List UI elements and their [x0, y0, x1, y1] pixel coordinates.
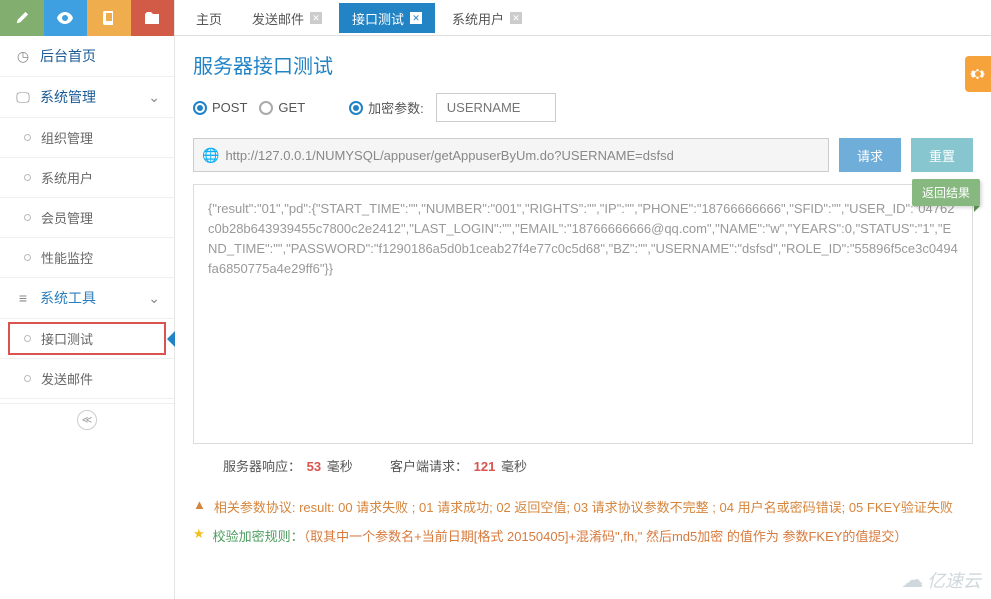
- eye-icon: [57, 12, 73, 24]
- url-text: http://127.0.0.1/NUMYSQL/appuser/getAppu…: [225, 148, 673, 163]
- tab-api-test[interactable]: 接口测试✕: [339, 3, 435, 33]
- folder-tool-button[interactable]: [131, 0, 175, 36]
- book-icon: [103, 11, 115, 25]
- tab-bar: 主页 发送邮件✕ 接口测试✕ 系统用户✕: [175, 0, 991, 36]
- note-encrypt: ★ 校验加密规则：（取其中一个参数名+当前日期[格式 20150405]+混淆码…: [193, 526, 973, 545]
- sidebar: ◷ 后台首页 🖵 系统管理 ⌄ 组织管理 系统用户 会员管理 性能监控 ≡ 系统…: [0, 0, 175, 599]
- nav-item-members[interactable]: 会员管理: [0, 198, 174, 238]
- server-unit: 毫秒: [327, 459, 353, 474]
- radio-get[interactable]: GET: [259, 100, 305, 115]
- tab-home[interactable]: 主页: [183, 3, 235, 33]
- gear-icon: [970, 66, 986, 82]
- globe-icon: 🌐: [202, 147, 219, 164]
- close-icon[interactable]: ✕: [310, 12, 322, 24]
- timing-row: 服务器响应： 53 毫秒 客户端请求： 121 毫秒: [193, 456, 973, 475]
- view-tool-button[interactable]: [44, 0, 88, 36]
- chevron-down-icon: ⌄: [148, 290, 160, 307]
- nav-home[interactable]: ◷ 后台首页: [0, 36, 174, 77]
- nav-list: ◷ 后台首页 🖵 系统管理 ⌄ 组织管理 系统用户 会员管理 性能监控 ≡ 系统…: [0, 36, 174, 399]
- star-icon: ★: [193, 526, 205, 542]
- nav-item-org[interactable]: 组织管理: [0, 118, 174, 158]
- method-row: POST GET 加密参数:: [193, 93, 973, 122]
- radio-encrypt[interactable]: 加密参数:: [349, 98, 424, 117]
- server-label: 服务器响应：: [223, 459, 301, 474]
- client-label: 客户端请求：: [390, 459, 468, 474]
- cloud-icon: ☁: [901, 567, 923, 593]
- sidebar-collapse[interactable]: ≪: [0, 403, 174, 436]
- tab-send-mail[interactable]: 发送邮件✕: [239, 3, 335, 33]
- content: 服务器接口测试 POST GET 加密参数:: [175, 36, 991, 599]
- sidebar-toolbar: [0, 0, 174, 36]
- nav-group-system-manage[interactable]: 🖵 系统管理 ⌄: [0, 77, 174, 118]
- nav-item-users[interactable]: 系统用户: [0, 158, 174, 198]
- client-value: 121: [474, 459, 496, 474]
- note-protocol: ▲ 相关参数协议: result: 00 请求失败 ; 01 请求成功; 02 …: [193, 497, 973, 516]
- list-icon: ≡: [14, 290, 32, 306]
- close-icon[interactable]: ✕: [410, 12, 422, 24]
- watermark-text: 亿速云: [927, 567, 981, 593]
- reset-button[interactable]: 重置: [911, 138, 973, 172]
- nav-item-api-test[interactable]: 接口测试: [0, 319, 174, 359]
- nav-group2-label: 系统工具: [40, 288, 96, 308]
- desktop-icon: 🖵: [14, 89, 32, 106]
- nav-group1-label: 系统管理: [40, 87, 96, 107]
- nav-item-send-mail[interactable]: 发送邮件: [0, 359, 174, 399]
- main: 主页 发送邮件✕ 接口测试✕ 系统用户✕ 服务器接口测试 POST GET 加密: [175, 0, 991, 599]
- dashboard-icon: ◷: [14, 48, 32, 65]
- nav-group-system-tools[interactable]: ≡ 系统工具 ⌄: [0, 278, 174, 319]
- warning-icon: ▲: [193, 497, 206, 512]
- folder-icon: [145, 12, 159, 24]
- book-tool-button[interactable]: [87, 0, 131, 36]
- result-tag: 返回结果: [912, 179, 980, 206]
- server-value: 53: [307, 459, 321, 474]
- settings-tab[interactable]: [965, 56, 991, 92]
- url-row: 🌐 http://127.0.0.1/NUMYSQL/appuser/getAp…: [193, 138, 973, 172]
- close-icon[interactable]: ✕: [510, 12, 522, 24]
- radio-dot-icon: [259, 101, 273, 115]
- param-input[interactable]: [436, 93, 556, 122]
- radio-dot-icon: [193, 101, 207, 115]
- result-box: 返回结果 {"result":"01","pd":{"START_TIME":"…: [193, 184, 973, 444]
- edit-tool-button[interactable]: [0, 0, 44, 36]
- radio-dot-icon: [349, 101, 363, 115]
- url-input[interactable]: 🌐 http://127.0.0.1/NUMYSQL/appuser/getAp…: [193, 138, 829, 172]
- request-button[interactable]: 请求: [839, 138, 901, 172]
- pencil-icon: [15, 11, 29, 25]
- nav-item-perf[interactable]: 性能监控: [0, 238, 174, 278]
- page-title: 服务器接口测试: [193, 50, 973, 79]
- nav-home-label: 后台首页: [40, 46, 96, 66]
- client-unit: 毫秒: [501, 459, 527, 474]
- radio-post[interactable]: POST: [193, 100, 247, 115]
- watermark: ☁ 亿速云: [901, 567, 981, 593]
- tab-system-users[interactable]: 系统用户✕: [439, 3, 535, 33]
- chevron-left-icon: ≪: [77, 410, 97, 430]
- result-text: {"result":"01","pd":{"START_TIME":"","NU…: [208, 199, 958, 280]
- chevron-down-icon: ⌄: [148, 89, 160, 106]
